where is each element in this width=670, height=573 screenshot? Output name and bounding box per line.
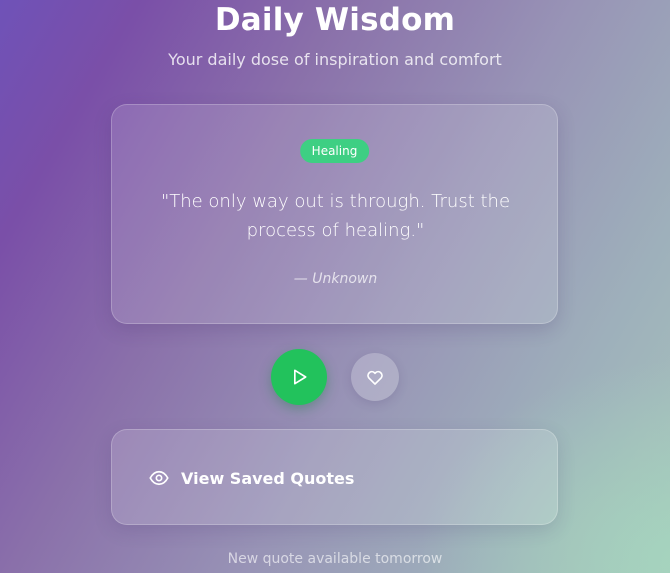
page-title: Daily Wisdom [214, 2, 456, 38]
quote-card: Healing "The only way out is through. Tr… [111, 104, 558, 324]
footer-note: New quote available tomorrow [227, 551, 443, 567]
view-saved-quotes-button[interactable]: View Saved Quotes [111, 429, 558, 525]
quote-author: — Unknown [293, 271, 378, 287]
saved-quotes-label: View Saved Quotes [181, 468, 355, 488]
quote-text: "The only way out is through. Trust the … [160, 191, 511, 241]
page-subtitle: Your daily dose of inspiration and comfo… [168, 50, 502, 69]
play-button[interactable] [271, 349, 327, 405]
saved-quotes-row: View Saved Quotes [149, 430, 354, 526]
eye-icon [149, 468, 169, 488]
favorite-button[interactable] [351, 353, 399, 401]
category-badge: Healing [299, 139, 370, 163]
heart-icon [367, 370, 383, 385]
play-icon [294, 369, 307, 385]
